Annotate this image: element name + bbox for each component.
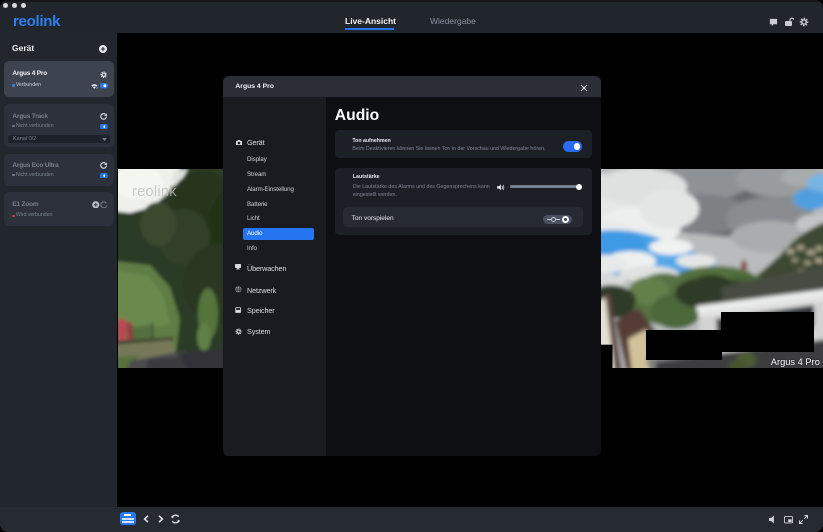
svg-text:reolink: reolink [132,184,177,200]
